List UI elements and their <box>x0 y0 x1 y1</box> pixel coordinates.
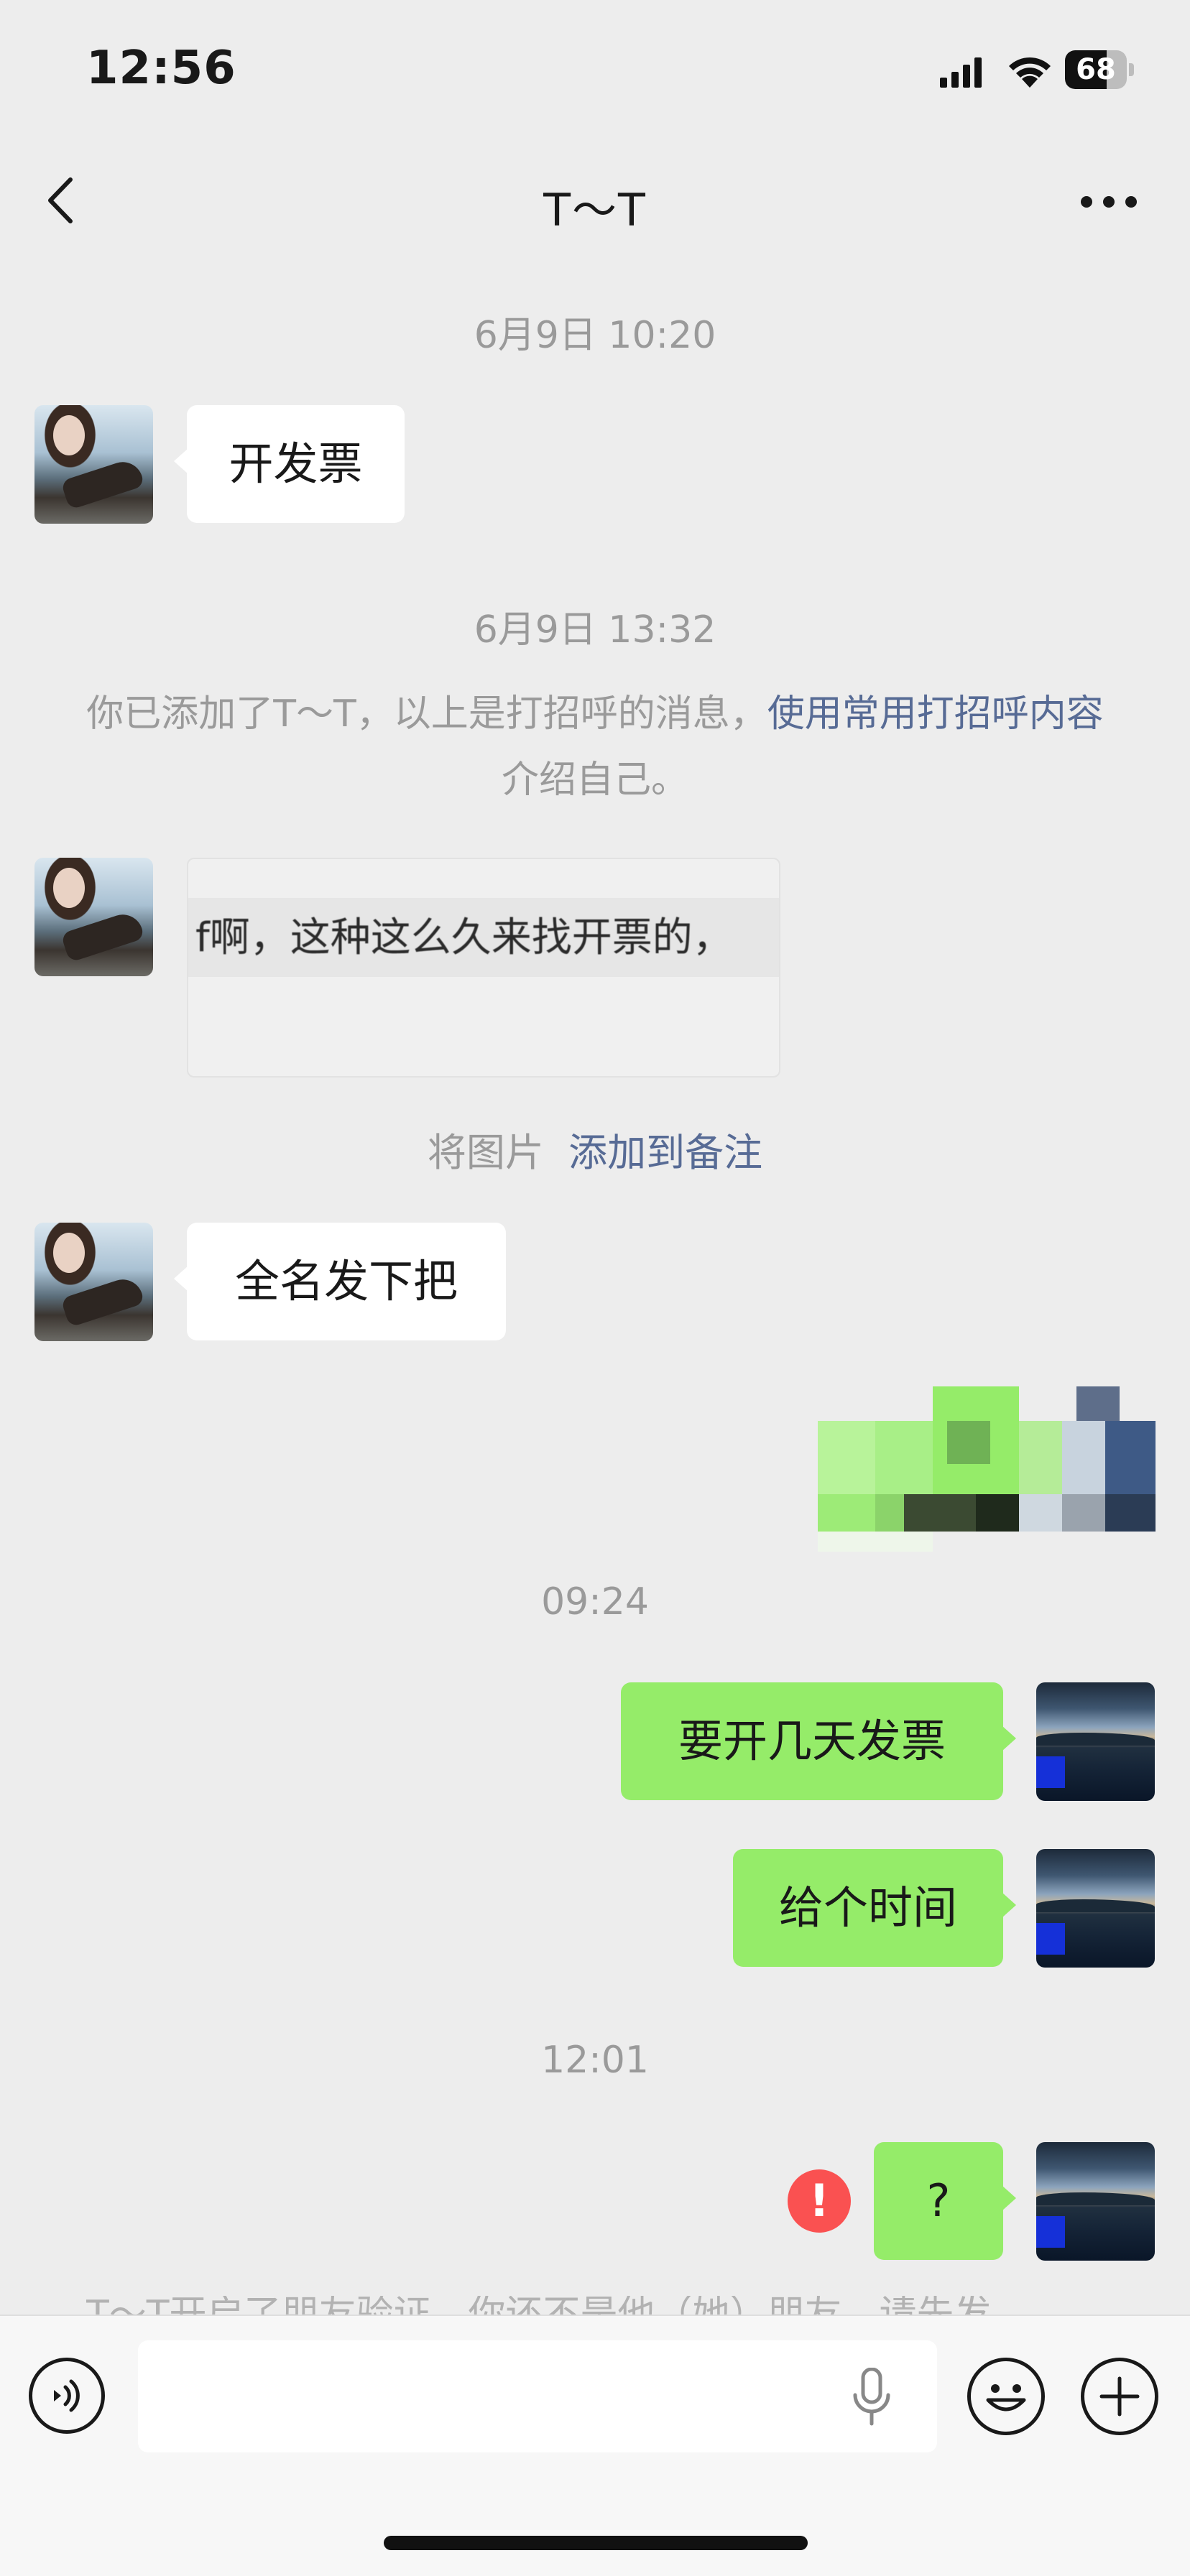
send-failed-icon[interactable]: ! <box>788 2169 851 2233</box>
image-message-text: f啊，这种这么久来找开票的， <box>195 914 733 961</box>
wifi-icon <box>1009 57 1051 88</box>
add-to-remark-prefix: 将图片 <box>427 1130 544 1175</box>
system-notice: 你已添加了T～T，以上是打招呼的消息，使用常用打招呼内容介绍自己。 <box>86 681 1104 813</box>
greeting-template-link[interactable]: 使用常用打招呼内容 <box>767 692 1104 736</box>
battery-icon: 68 <box>1065 50 1134 89</box>
timestamp: 12:01 <box>541 2039 649 2082</box>
home-indicator <box>384 2536 808 2550</box>
contact-avatar[interactable] <box>34 405 153 524</box>
chat-title: T～T <box>543 184 647 236</box>
timestamp: 09:24 <box>541 1580 649 1623</box>
message-bubble-received[interactable]: 全名发下把 <box>174 1223 506 1340</box>
emoji-icon[interactable] <box>967 2358 1045 2435</box>
message-input[interactable] <box>138 2340 937 2452</box>
message-bubble-sent[interactable]: 给个时间 <box>733 1849 1016 1967</box>
timestamp: 6月9日 10:20 <box>474 314 716 357</box>
message-bubble-sent[interactable]: 要开几天发票 <box>621 1682 1016 1800</box>
system-notice-text-end: 介绍自己。 <box>501 759 688 802</box>
cellular-signal-icon <box>940 57 982 88</box>
battery-percentage: 68 <box>1076 53 1116 86</box>
system-notice-cutoff: T～T开启了朋友验证，你还不是他（她）朋友。请先发 <box>86 2296 1107 2315</box>
my-avatar[interactable] <box>1036 1849 1155 1968</box>
plus-icon[interactable] <box>1081 2358 1158 2435</box>
voice-icon[interactable] <box>29 2358 105 2434</box>
microphone-icon[interactable] <box>849 2368 894 2427</box>
message-bubble-received[interactable]: 开发票 <box>174 405 405 523</box>
image-message[interactable]: f啊，这种这么久来找开票的， <box>187 858 780 1078</box>
add-to-remark-row: 将图片 添加到备注 <box>0 1121 1190 1177</box>
my-avatar[interactable] <box>1036 2142 1155 2261</box>
add-to-remark-link[interactable]: 添加到备注 <box>568 1130 762 1175</box>
timestamp: 6月9日 13:32 <box>474 608 716 652</box>
message-bubble-sent[interactable]: ? <box>874 2142 1016 2260</box>
contact-avatar[interactable] <box>34 1223 153 1341</box>
chat-header: T～T <box>0 136 1190 266</box>
status-time: 12:56 <box>86 42 236 95</box>
my-avatar[interactable] <box>1036 1682 1155 1801</box>
system-notice-text: 你已添加了T～T，以上是打招呼的消息， <box>86 692 767 736</box>
contact-avatar[interactable] <box>34 858 153 976</box>
status-bar: 12:56 68 <box>0 0 1190 136</box>
pixelated-sent-message[interactable] <box>788 1386 1156 1552</box>
more-dots-icon[interactable] <box>1076 184 1141 220</box>
